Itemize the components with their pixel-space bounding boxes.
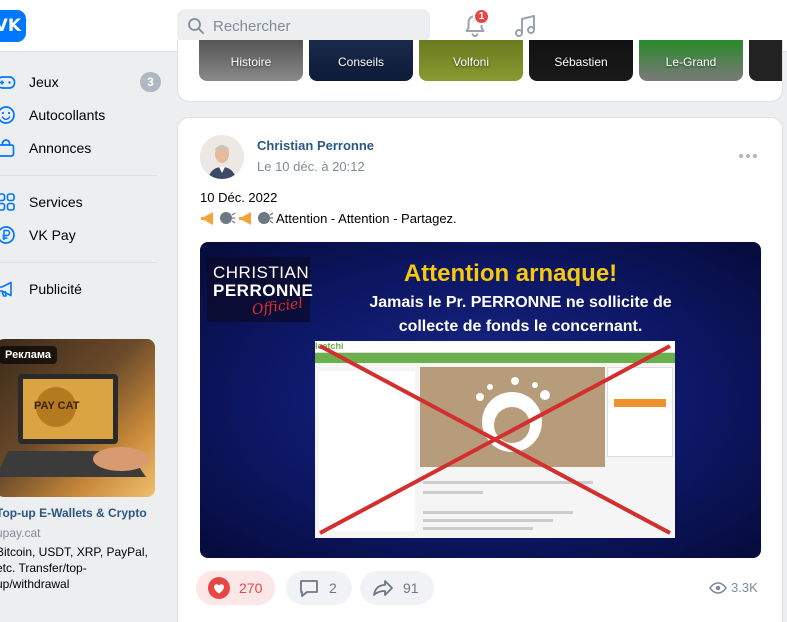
image-subline-2: collecte de fonds le concernant.: [398, 318, 643, 335]
sidebar-item-publicite[interactable]: Publicité: [0, 274, 165, 304]
story-label: Volfoni: [452, 55, 490, 69]
like-count: 270: [239, 580, 263, 596]
sidebar-item-label: Annonces: [29, 140, 92, 156]
speaking-head-emoji-icon: [258, 212, 274, 224]
post-text-message: Attention - Attention - Partagez.: [200, 211, 457, 226]
more-options-icon[interactable]: [736, 148, 760, 164]
speaking-head-emoji-icon: [220, 212, 236, 224]
comment-button[interactable]: 2: [286, 571, 352, 605]
post-text-label: Attention - Attention - Partagez.: [276, 211, 457, 226]
avatar[interactable]: [200, 135, 244, 179]
image-subline-1: Jamais le Pr. PERRONNE ne sollicite de: [369, 294, 672, 311]
sidebar-item-label: Autocollants: [29, 107, 106, 123]
story-item[interactable]: Volfoni: [419, 40, 523, 81]
post-author[interactable]: Christian Perronne: [257, 138, 374, 153]
story-item[interactable]: Sébastien: [529, 40, 633, 81]
megaphone-emoji-icon: [201, 212, 213, 225]
megaphone-emoji-icon: [239, 212, 251, 225]
stories-card: Histoire Conseils Volfoni Sébastien Le-G…: [177, 40, 783, 102]
ad-description: Bitcoin, USDT, XRP, PayPal, etc. Transfe…: [0, 545, 148, 591]
search-box[interactable]: [177, 9, 430, 43]
red-cross-icon: [319, 344, 671, 535]
smile-icon: [0, 106, 15, 124]
views-count: 3.3K: [731, 580, 758, 595]
music-icon[interactable]: [512, 12, 540, 40]
ad-image[interactable]: PAY CAT Реклама: [0, 339, 155, 497]
share-count: 91: [403, 580, 419, 596]
avatar-photo: [200, 135, 244, 179]
story-item[interactable]: Histoire: [199, 40, 303, 81]
post-card: Christian Perronne Le 10 déc. à 20:12 10…: [177, 117, 783, 622]
story-label: Sébastien: [554, 55, 608, 69]
ad-tag: Реклама: [0, 346, 58, 364]
story-label: Le-Grand: [665, 55, 717, 69]
sidebar-item-label: Services: [29, 194, 83, 210]
post-date[interactable]: Le 10 déc. à 20:12: [257, 159, 365, 174]
story-item[interactable]: [749, 40, 782, 81]
share-icon: [373, 580, 393, 596]
search-input[interactable]: [213, 9, 423, 43]
sidebar-divider: [0, 175, 157, 176]
views-counter: 3.3K: [709, 580, 758, 595]
post-text-date: 10 Déc. 2022: [200, 190, 278, 205]
search-icon: [188, 18, 204, 34]
ad-domain[interactable]: upay.cat: [0, 526, 40, 540]
like-button[interactable]: 270: [196, 571, 275, 605]
ad-title[interactable]: Top-up E-Wallets & Crypto: [0, 506, 147, 520]
story-label: Conseils: [337, 55, 385, 69]
sidebar-item-jeux[interactable]: Jeux 3: [0, 67, 165, 97]
story-item[interactable]: Conseils: [309, 40, 413, 81]
comment-icon: [300, 580, 318, 597]
sidebar-item-annonces[interactable]: Annonces: [0, 133, 165, 163]
sidebar-item-label: Publicité: [29, 281, 82, 297]
megaphone-icon: [0, 281, 12, 297]
count-badge: 3: [140, 72, 161, 92]
share-button[interactable]: 91: [360, 571, 434, 605]
ad-image-label: PAY CAT: [34, 400, 80, 412]
sidebar: Jeux 3 Autocollants Annonces Services VK…: [0, 52, 170, 622]
post-image[interactable]: CHRISTIAN PERRONNE Officiel Attention ar…: [200, 242, 761, 558]
story-label: Histoire: [230, 55, 272, 69]
notification-badge: 1: [473, 8, 490, 25]
sidebar-item-vk-pay[interactable]: VK Pay: [0, 220, 165, 250]
ruble-icon: [0, 226, 15, 244]
sidebar-item-services[interactable]: Services: [0, 187, 165, 217]
sidebar-divider: [0, 262, 157, 263]
gamepad-icon: [0, 76, 16, 89]
grid-icon: [0, 193, 15, 211]
eye-icon: [709, 581, 727, 594]
heart-icon: [208, 577, 230, 599]
vk-logo[interactable]: VK: [0, 10, 26, 42]
comment-count: 2: [329, 580, 337, 596]
sidebar-item-label: VK Pay: [29, 227, 76, 243]
sidebar-item-label: Jeux: [29, 74, 59, 90]
image-headline: Attention arnaque!: [403, 260, 618, 287]
shopping-bag-icon: [0, 139, 15, 157]
story-item[interactable]: Le-Grand: [639, 40, 743, 81]
sidebar-item-autocollants[interactable]: Autocollants: [0, 100, 165, 130]
